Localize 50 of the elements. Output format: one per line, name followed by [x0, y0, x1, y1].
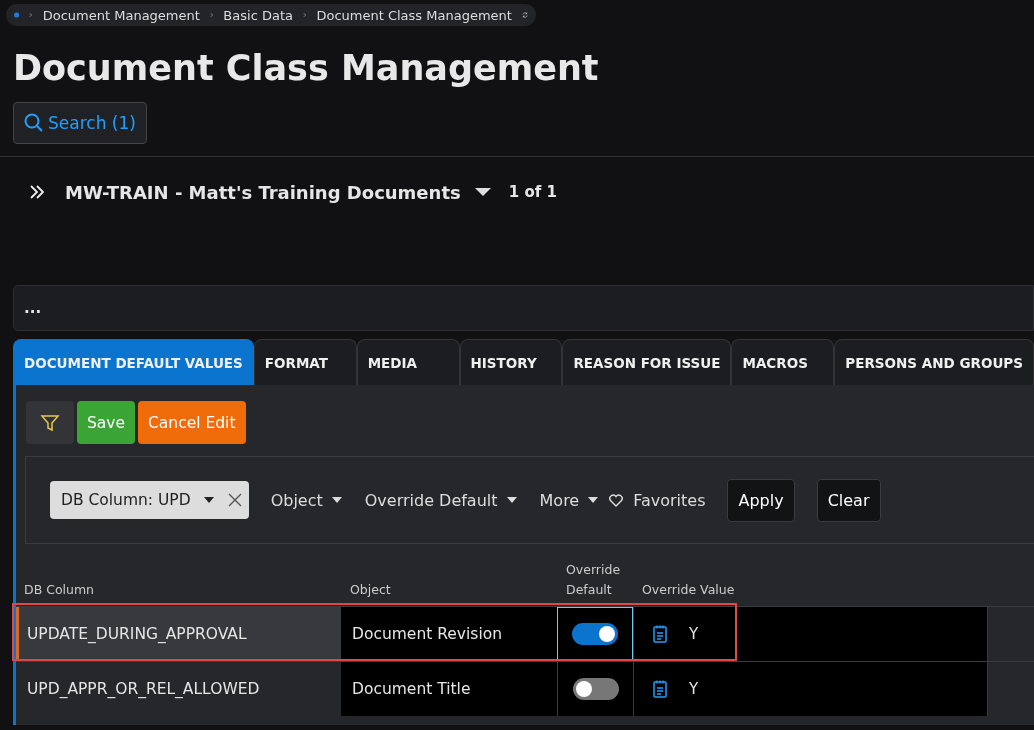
tab[interactable]: FORMAT — [253, 339, 357, 385]
table-row[interactable]: UPD_APPR_OR_REL_ALLOWED Document Title Y — [16, 661, 1034, 716]
heart-icon — [609, 493, 624, 507]
page-title: Document Class Management — [13, 48, 600, 88]
column-header: Object — [349, 581, 392, 599]
filter-chip-label: DB Column: UPD — [61, 491, 191, 509]
caret-icon — [330, 495, 343, 505]
funnel-icon — [40, 412, 60, 433]
table-cell: Document Title — [341, 662, 557, 716]
caret-icon — [474, 187, 491, 197]
tab[interactable]: HISTORY — [459, 339, 563, 385]
tab[interactable]: MEDIA — [356, 339, 460, 385]
tab[interactable]: PERSONS AND GROUPS — [834, 339, 1034, 385]
table-cell: Y — [689, 680, 699, 698]
notepad-icon — [653, 680, 667, 698]
double-chevron-icon — [29, 185, 45, 199]
tab[interactable]: REASON FOR ISSUE — [562, 339, 732, 385]
toggle-switch[interactable] — [572, 678, 619, 700]
breadcrumb-link[interactable]: Basic Data — [223, 7, 293, 23]
table-row[interactable]: UPDATE_DURING_APPROVAL Document Revision Y — [16, 606, 1034, 661]
table-cell: Y — [689, 625, 699, 643]
home-dot-icon — [14, 9, 20, 21]
notepad-icon — [653, 625, 667, 643]
caret-icon — [202, 495, 215, 505]
clear-button[interactable]: Clear — [816, 478, 881, 522]
caret-icon — [587, 495, 600, 505]
summary-text: ... — [24, 299, 42, 317]
filter-chip[interactable]: DB Column: UPD — [50, 481, 249, 519]
filter-button[interactable] — [26, 401, 74, 444]
caret-icon — [505, 495, 518, 505]
column-header: Override Value — [641, 581, 735, 599]
column-header: Override Default — [565, 561, 622, 599]
filter-dropdown[interactable]: More — [539, 490, 600, 510]
tab[interactable]: DOCUMENT DEFAULT VALUES — [13, 339, 254, 385]
record-title: MW-TRAIN - Matt's Training Documents — [65, 181, 461, 203]
record-counter: 1 of 1 — [508, 183, 557, 201]
close-icon — [226, 492, 243, 508]
tab[interactable]: MACROS — [731, 339, 835, 385]
search-icon — [24, 113, 44, 133]
favorites-button[interactable]: Favorites — [609, 490, 706, 510]
breadcrumb-link[interactable]: Document Management — [42, 7, 200, 23]
column-header: DB Column — [23, 581, 96, 599]
filter-dropdown[interactable]: Override Default — [364, 490, 518, 510]
apply-button[interactable]: Apply — [727, 478, 795, 522]
table-cell: UPDATE_DURING_APPROVAL — [16, 607, 341, 661]
filter-dropdown[interactable]: Object — [270, 490, 343, 510]
table-cell: Document Revision — [341, 607, 557, 661]
toggle-switch[interactable] — [572, 623, 618, 645]
search-button[interactable]: Search (1) — [13, 102, 147, 144]
breadcrumb-link[interactable]: Document Class Management — [316, 7, 512, 23]
